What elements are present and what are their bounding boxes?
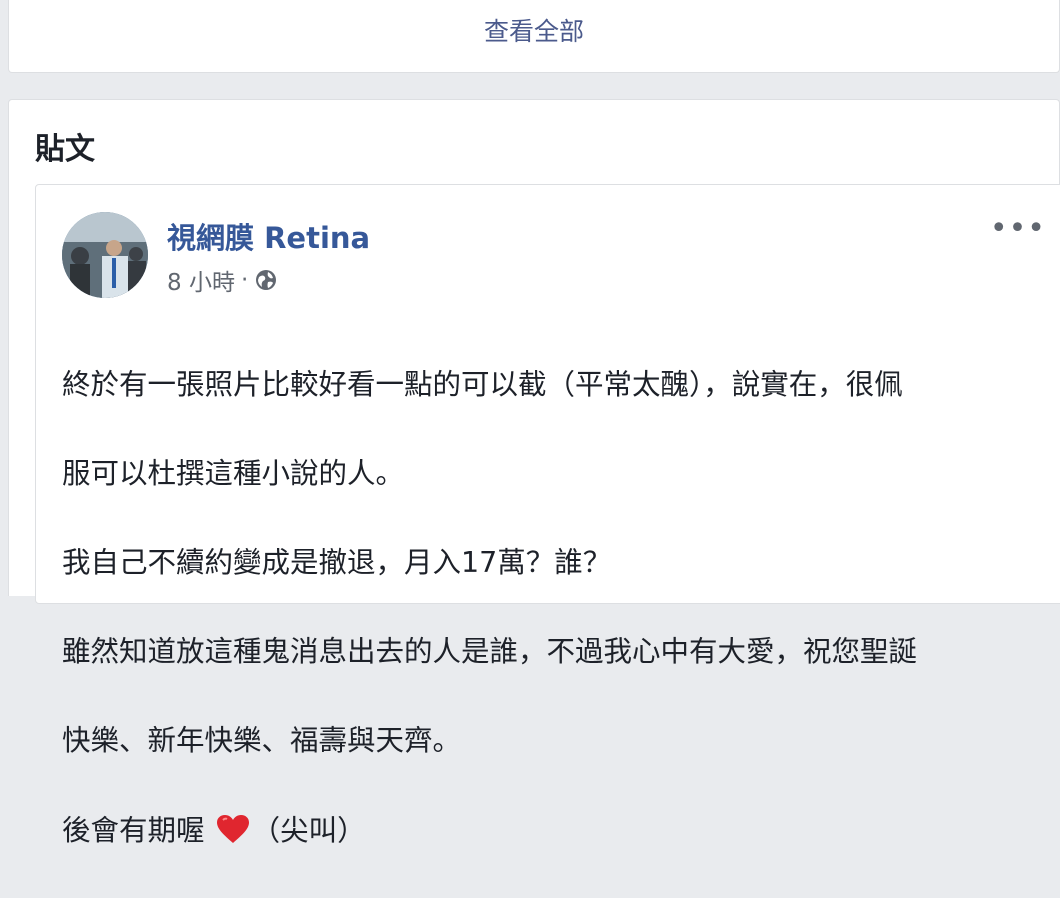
post-time[interactable]: 8 小時	[167, 263, 235, 297]
post-line: 我自己不續約變成是撤退，月入17萬？誰？	[62, 545, 612, 579]
post-line: 雖然知道放這種鬼消息出去的人是誰，不過我心中有大愛，祝您聖誕	[62, 635, 918, 669]
last-line-suffix: （尖叫）	[251, 813, 366, 847]
post-card: 視網膜 Retina 8 小時 · ••• 終於有一張照片比較好看一點的可以截（…	[35, 184, 1060, 847]
posts-section: 貼文 視網膜 Retina 8 小時 · ••• 終於有一張照片比較好看一點的可…	[8, 99, 1060, 847]
post-line: 服可以杜撰這種小說的人。	[62, 456, 405, 490]
meta-separator: ·	[240, 267, 249, 293]
section-title: 貼文	[35, 132, 95, 167]
post-body: 終於有一張照片比較好看一點的可以截（平常太醜），說實在，很佩 服可以杜撰這種小說…	[62, 318, 1060, 898]
post-line: 終於有一張照片比較好看一點的可以截（平常太醜），說實在，很佩	[62, 367, 903, 401]
post-line-last: 後會有期喔 （尖叫）	[62, 809, 1060, 854]
last-line-text: 後會有期喔	[62, 813, 214, 847]
see-all-link[interactable]: 查看全部	[9, 12, 1059, 48]
post-line: 快樂、新年快樂、福壽與天齊。	[62, 724, 462, 758]
post-meta: 8 小時 ·	[167, 263, 278, 297]
see-all-card: 查看全部	[8, 0, 1060, 73]
more-options-icon[interactable]: •••	[990, 214, 1046, 244]
author-name[interactable]: 視網膜 Retina	[167, 215, 370, 257]
red-heart-icon	[216, 814, 249, 843]
author-avatar[interactable]	[62, 212, 148, 298]
globe-icon[interactable]	[254, 268, 278, 292]
avatar-photo	[62, 212, 148, 298]
